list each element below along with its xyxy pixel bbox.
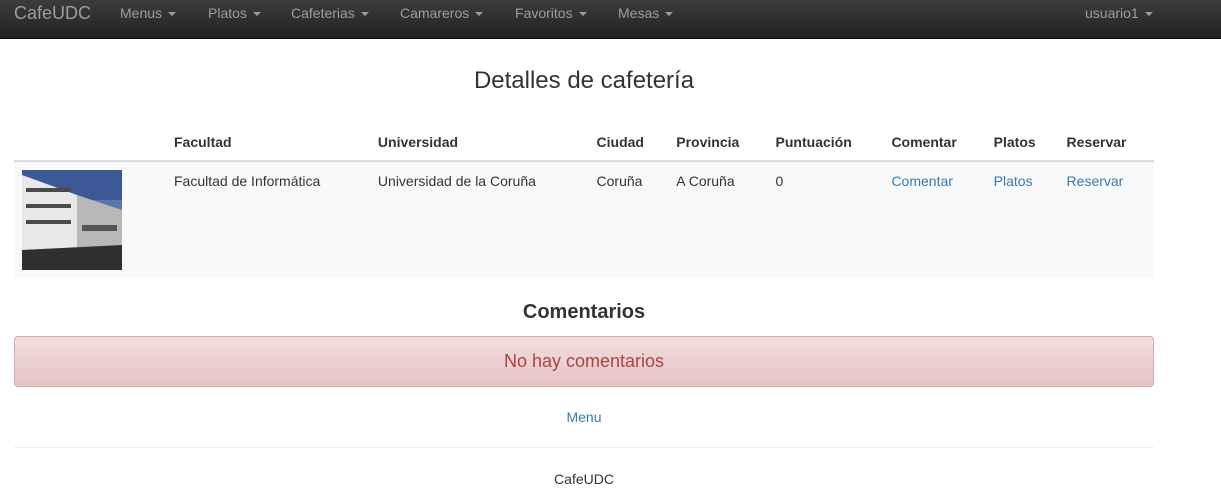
header-puntuacion: Puntuación bbox=[767, 126, 884, 162]
caret-down-icon bbox=[665, 12, 674, 17]
cafeteria-photo bbox=[22, 170, 122, 270]
nav-camareros-label: Camareros bbox=[400, 5, 470, 21]
table-header-row: Facultad Universidad Ciudad Provincia Pu… bbox=[14, 126, 1154, 162]
cell-facultad: Facultad de Informática bbox=[166, 161, 370, 278]
header-facultad: Facultad bbox=[166, 126, 370, 162]
menu-link[interactable]: Menu bbox=[566, 409, 601, 425]
nav-camareros-dropdown[interactable]: Camareros bbox=[400, 5, 484, 21]
cell-platos: Platos bbox=[985, 161, 1059, 278]
footer-divider bbox=[14, 447, 1154, 448]
nav-cafeterias-label: Cafeterias bbox=[291, 5, 355, 21]
nav-favoritos-label: Favoritos bbox=[515, 5, 573, 21]
caret-down-icon bbox=[475, 12, 484, 17]
header-provincia: Provincia bbox=[668, 126, 768, 162]
cell-provincia: A Coruña bbox=[668, 161, 768, 278]
comentar-link[interactable]: Comentar bbox=[891, 173, 952, 189]
nav-platos-dropdown[interactable]: Platos bbox=[208, 5, 261, 21]
footer-text: CafeUDC bbox=[554, 471, 614, 487]
table-row: Facultad de Informática Universidad de l… bbox=[14, 161, 1154, 278]
nav-mesas-dropdown[interactable]: Mesas bbox=[618, 5, 674, 21]
brand-link[interactable]: CafeUDC bbox=[14, 3, 91, 23]
comments-title: Comentarios bbox=[522, 301, 646, 323]
menu-link-container: Menu bbox=[0, 408, 1168, 426]
caret-down-icon bbox=[1144, 12, 1153, 17]
user-menu-dropdown[interactable]: usuario1 bbox=[1085, 5, 1153, 21]
nav-menus-dropdown[interactable]: Menus bbox=[120, 5, 177, 21]
caret-down-icon bbox=[168, 12, 177, 17]
header-reservar: Reservar bbox=[1058, 126, 1154, 162]
no-comments-alert: No hay comentarios bbox=[14, 336, 1154, 387]
header-universidad: Universidad bbox=[369, 126, 589, 162]
header-ciudad: Ciudad bbox=[588, 126, 669, 162]
cell-ciudad: Coruña bbox=[588, 161, 669, 278]
header-comentar: Comentar bbox=[883, 126, 986, 162]
cell-reservar: Reservar bbox=[1058, 161, 1154, 278]
nav-cafeterias-dropdown[interactable]: Cafeterias bbox=[291, 5, 369, 21]
header-image bbox=[14, 126, 166, 162]
caret-down-icon bbox=[578, 12, 587, 17]
caret-down-icon bbox=[360, 12, 369, 17]
cell-puntuacion: 0 bbox=[767, 161, 884, 278]
nav-mesas-label: Mesas bbox=[618, 5, 660, 21]
image-cell bbox=[14, 161, 166, 278]
header-platos: Platos bbox=[985, 126, 1059, 162]
cafeteria-details-table: Facultad Universidad Ciudad Provincia Pu… bbox=[14, 126, 1154, 278]
cell-comentar: Comentar bbox=[883, 161, 986, 278]
nav-platos-label: Platos bbox=[208, 5, 247, 21]
platos-link[interactable]: Platos bbox=[994, 173, 1033, 189]
nav-menus-label: Menus bbox=[120, 5, 163, 21]
top-navbar: CafeUDC Menus Platos Cafeterias Camarero… bbox=[0, 0, 1221, 39]
page-title: Detalles de cafetería bbox=[473, 67, 695, 94]
cell-universidad: Universidad de la Coruña bbox=[369, 161, 589, 278]
nav-favoritos-dropdown[interactable]: Favoritos bbox=[515, 5, 587, 21]
user-name-label: usuario1 bbox=[1085, 5, 1139, 21]
caret-down-icon bbox=[252, 12, 261, 17]
reservar-link[interactable]: Reservar bbox=[1067, 173, 1124, 189]
